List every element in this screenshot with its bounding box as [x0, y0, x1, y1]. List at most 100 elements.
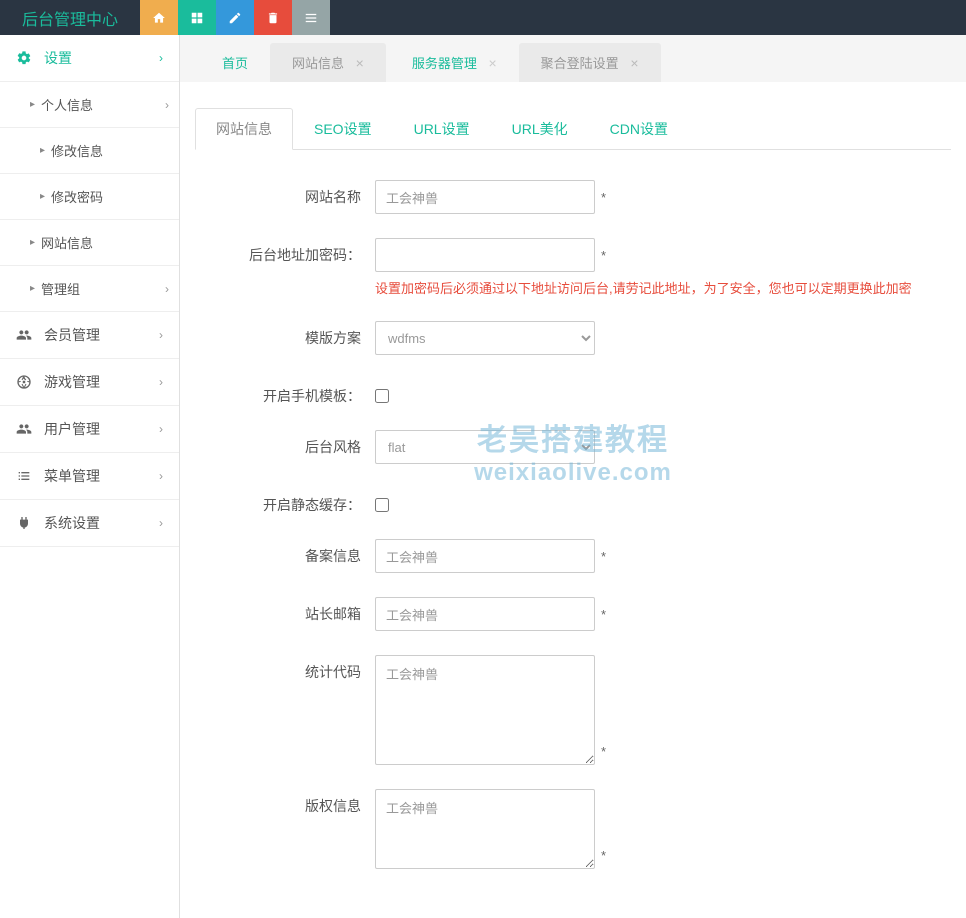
tab-label: 服务器管理 — [412, 56, 477, 71]
tab-label: 首页 — [222, 56, 248, 71]
soccer-icon — [16, 374, 34, 390]
top-header: 后台管理中心 — [0, 0, 966, 35]
sidebar-label: 系统设置 — [44, 513, 100, 533]
list-icon — [16, 468, 34, 484]
tab-site-info[interactable]: 网站信息 × — [270, 43, 386, 82]
sidebar-label: 修改密码 — [51, 187, 103, 206]
label-stats: 统计代码 — [195, 655, 375, 682]
gear-icon — [16, 50, 34, 66]
required-star: * — [601, 607, 606, 622]
subtab-site-info[interactable]: 网站信息 — [195, 108, 293, 150]
sidebar-item-game-manage[interactable]: 游戏管理 › — [0, 359, 179, 406]
subtab-label: SEO设置 — [314, 121, 372, 137]
sidebar: 设置 › ▸ 个人信息 › ▸ 修改信息 ▸ 修改密码 ▸ 网站信息 ▸ 管理组… — [0, 35, 180, 918]
home-icon — [152, 11, 166, 25]
sidebar-item-personal-info[interactable]: ▸ 个人信息 › — [0, 82, 179, 128]
chevron-right-icon: › — [165, 282, 169, 296]
input-record[interactable] — [375, 539, 595, 573]
label-encrypt: 后台地址加密码： — [195, 238, 375, 265]
toolbar-grid-button[interactable] — [178, 0, 216, 35]
sidebar-item-menu-manage[interactable]: 菜单管理 › — [0, 453, 179, 500]
label-email: 站长邮箱 — [195, 597, 375, 624]
tab-server-manage[interactable]: 服务器管理 × — [390, 43, 519, 82]
caret-right-icon: ▸ — [40, 145, 45, 156]
required-star: * — [601, 848, 606, 863]
select-backend-style[interactable]: flat — [375, 430, 595, 464]
chevron-right-icon: › — [159, 469, 163, 483]
sidebar-label: 个人信息 — [41, 95, 93, 114]
users-icon — [16, 327, 34, 343]
sidebar-item-modify-password[interactable]: ▸ 修改密码 — [0, 174, 179, 220]
sidebar-label: 用户管理 — [44, 419, 100, 439]
input-email[interactable] — [375, 597, 595, 631]
trash-icon — [266, 11, 280, 25]
input-encrypt[interactable] — [375, 238, 595, 272]
toolbar-home-button[interactable] — [140, 0, 178, 35]
chevron-right-icon: › — [159, 51, 163, 65]
close-icon[interactable]: × — [356, 55, 364, 71]
toolbar-edit-button[interactable] — [216, 0, 254, 35]
sub-tabs: 网站信息 SEO设置 URL设置 URL美化 CDN设置 — [195, 107, 951, 150]
sidebar-item-user-manage[interactable]: 用户管理 › — [0, 406, 179, 453]
toolbar-list-button[interactable] — [292, 0, 330, 35]
tab-label: 聚合登陆设置 — [541, 56, 619, 71]
sidebar-item-member-manage[interactable]: 会员管理 › — [0, 312, 179, 359]
sidebar-item-settings[interactable]: 设置 › — [0, 35, 179, 82]
page-tabs: 首页 网站信息 × 服务器管理 × 聚合登陆设置 × — [180, 35, 966, 82]
sidebar-label: 网站信息 — [41, 233, 93, 252]
subtab-url-beautify[interactable]: URL美化 — [491, 108, 589, 150]
tab-label: 网站信息 — [292, 56, 344, 71]
sidebar-item-modify-info[interactable]: ▸ 修改信息 — [0, 128, 179, 174]
label-template: 模版方案 — [195, 321, 375, 348]
select-template[interactable]: wdfms — [375, 321, 595, 355]
users-icon — [16, 421, 34, 437]
sidebar-item-admin-group[interactable]: ▸ 管理组 › — [0, 266, 179, 312]
chevron-right-icon: › — [165, 98, 169, 112]
main-content: 首页 网站信息 × 服务器管理 × 聚合登陆设置 × 网站信息 SEO设置 UR… — [180, 35, 966, 918]
sidebar-item-system-settings[interactable]: 系统设置 › — [0, 500, 179, 547]
chevron-right-icon: › — [159, 328, 163, 342]
sidebar-label: 游戏管理 — [44, 372, 100, 392]
label-mobile-template: 开启手机模板： — [195, 379, 375, 406]
sidebar-label: 设置 — [44, 48, 72, 68]
input-site-name[interactable] — [375, 180, 595, 214]
sidebar-label: 菜单管理 — [44, 466, 100, 486]
brand-title: 后台管理中心 — [0, 0, 140, 35]
caret-right-icon: ▸ — [30, 99, 35, 110]
subtab-cdn[interactable]: CDN设置 — [589, 108, 689, 150]
sidebar-label: 会员管理 — [44, 325, 100, 345]
subtab-label: URL美化 — [512, 121, 568, 137]
chevron-right-icon: › — [159, 375, 163, 389]
required-star: * — [601, 744, 606, 759]
sidebar-label: 修改信息 — [51, 141, 103, 160]
header-toolbar — [140, 0, 330, 35]
pencil-icon — [228, 11, 242, 25]
sidebar-label: 管理组 — [41, 279, 80, 298]
grid-icon — [190, 11, 204, 25]
required-star: * — [601, 248, 606, 263]
encrypt-hint: 设置加密码后必须通过以下地址访问后台,请劳记此地址，为了安全，您也可以定期更换此… — [375, 278, 912, 297]
textarea-stats[interactable] — [375, 655, 595, 765]
checkbox-mobile-template[interactable] — [375, 389, 389, 403]
label-backend-style: 后台风格 — [195, 430, 375, 457]
textarea-copyright[interactable] — [375, 789, 595, 869]
chevron-right-icon: › — [159, 516, 163, 530]
tab-login-settings[interactable]: 聚合登陆设置 × — [519, 43, 661, 82]
close-icon[interactable]: × — [630, 55, 638, 71]
required-star: * — [601, 549, 606, 564]
subtab-label: 网站信息 — [216, 121, 272, 137]
toolbar-trash-button[interactable] — [254, 0, 292, 35]
label-copyright: 版权信息 — [195, 789, 375, 816]
subtab-url[interactable]: URL设置 — [393, 108, 491, 150]
close-icon[interactable]: × — [488, 55, 496, 71]
subtab-seo[interactable]: SEO设置 — [293, 108, 393, 150]
sidebar-item-site-info[interactable]: ▸ 网站信息 — [0, 220, 179, 266]
card: 网站信息 SEO设置 URL设置 URL美化 CDN设置 网站名称 * 后台地址… — [180, 82, 966, 918]
label-record: 备案信息 — [195, 539, 375, 566]
required-star: * — [601, 190, 606, 205]
caret-right-icon: ▸ — [30, 283, 35, 294]
list-icon — [304, 11, 318, 25]
checkbox-static-cache[interactable] — [375, 498, 389, 512]
tab-home[interactable]: 首页 — [200, 43, 270, 82]
label-site-name: 网站名称 — [195, 180, 375, 207]
